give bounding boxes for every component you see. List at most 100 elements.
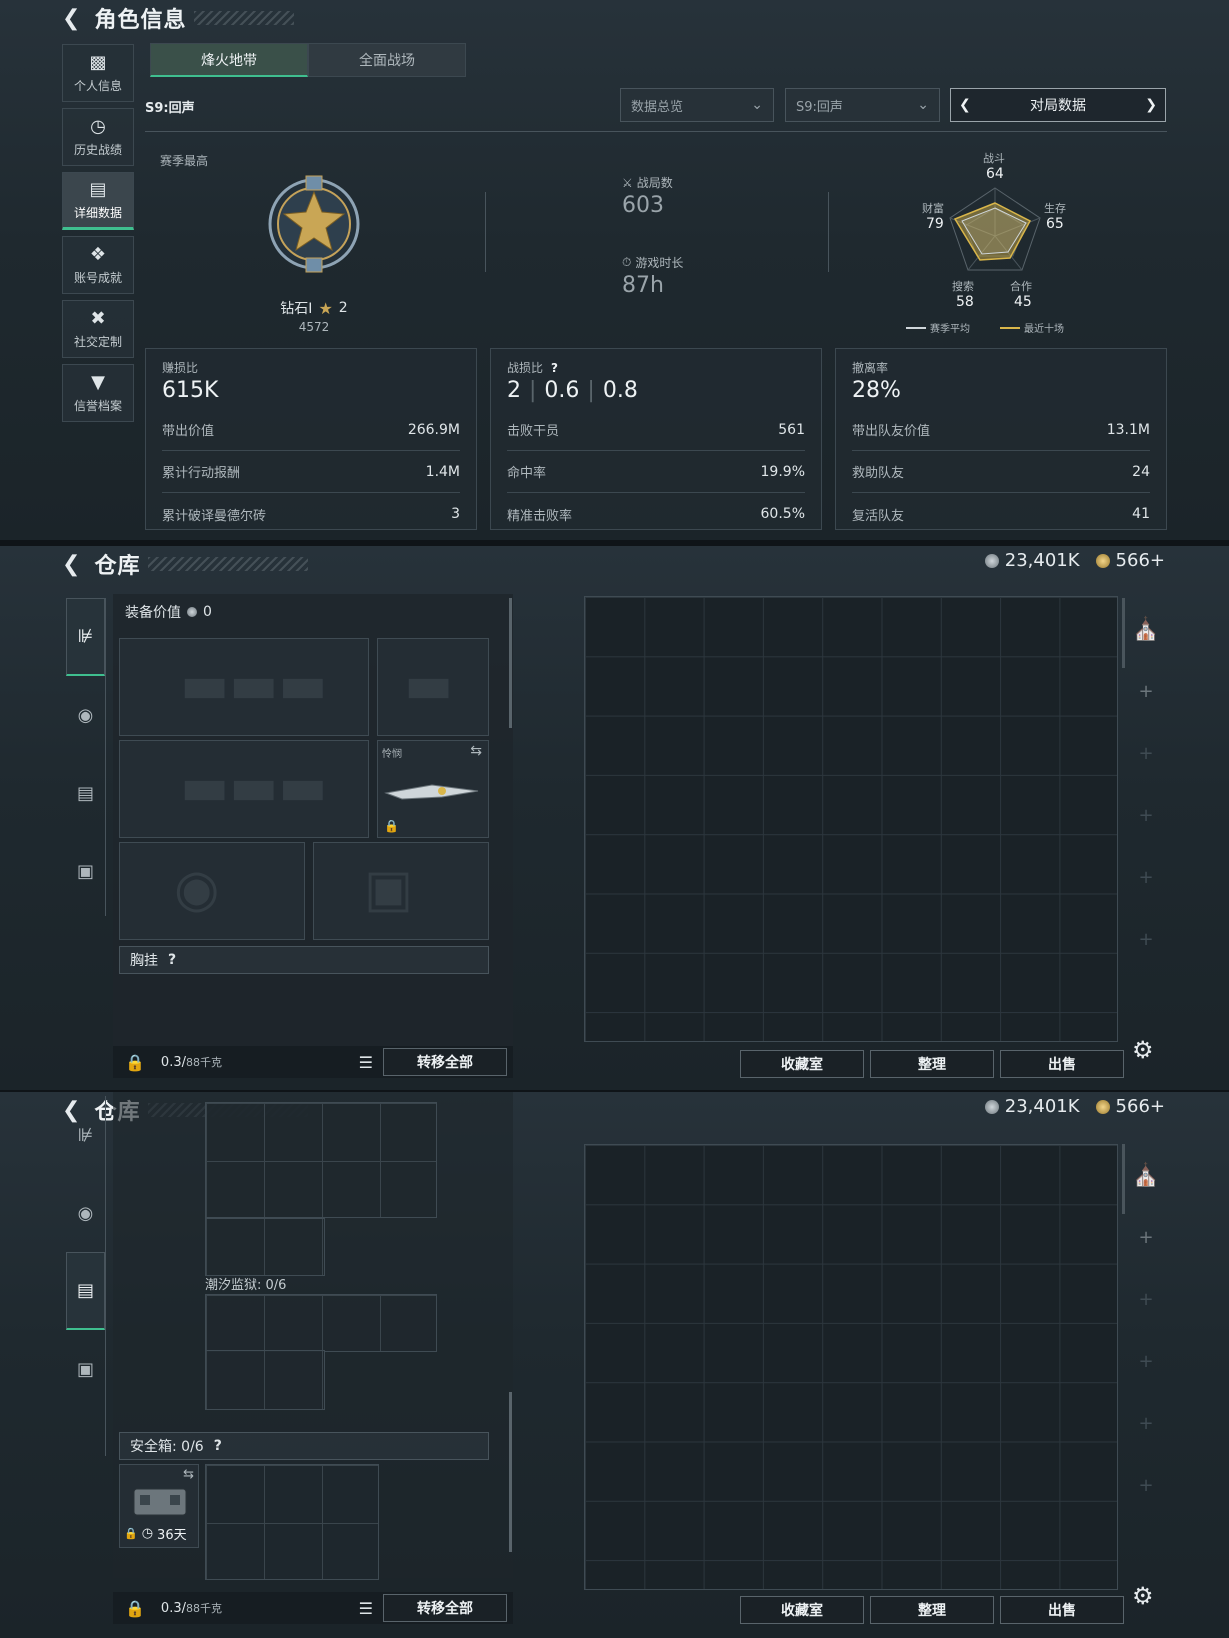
case-tab-icon[interactable]: ▣ bbox=[66, 1330, 105, 1408]
stat-label: 精准击败率 bbox=[507, 508, 573, 524]
tidal-prison-grid[interactable] bbox=[205, 1294, 437, 1352]
help-icon[interactable]: ? bbox=[168, 952, 176, 968]
season-dropdown[interactable]: S9:回声 ⌄ bbox=[785, 88, 940, 122]
sidebar-item-label: 信誉档案 bbox=[73, 398, 122, 413]
chest-rig-label: 胸挂 bbox=[130, 953, 158, 969]
sort-button[interactable]: 整理 bbox=[870, 1596, 994, 1624]
add-tab-icon[interactable]: + bbox=[1138, 908, 1153, 970]
chevron-right-icon[interactable]: ❯ bbox=[1145, 97, 1157, 113]
radar-label-wealth: 财富 bbox=[922, 202, 944, 215]
crossed-swords-icon: ⚔ bbox=[622, 175, 633, 190]
folder-icon: ▤ bbox=[89, 178, 107, 200]
box-big-value: 28% bbox=[852, 378, 901, 403]
safebox-grid[interactable] bbox=[205, 1464, 379, 1580]
help-icon[interactable]: ? bbox=[214, 1438, 222, 1454]
divider bbox=[145, 131, 1167, 132]
transfer-all-button[interactable]: 转移全部 bbox=[383, 1594, 507, 1622]
scrollbar[interactable] bbox=[509, 598, 512, 728]
equip-value: 装备价值 0 bbox=[125, 602, 212, 622]
add-tab-icon[interactable]: + bbox=[1138, 1206, 1153, 1268]
sidebar-item-detailed-data[interactable]: ▤ 详细数据 bbox=[62, 172, 134, 230]
chevron-left-icon[interactable]: ❮ bbox=[959, 97, 971, 113]
overview-dropdown[interactable]: 数据总览 ⌄ bbox=[620, 88, 774, 122]
primary-weapon-slot[interactable]: ▬▬▬ bbox=[119, 638, 369, 736]
swap-icon[interactable]: ⇆ bbox=[183, 1467, 194, 1482]
sidebar-item-social-custom[interactable]: ✖ 社交定制 bbox=[62, 300, 134, 358]
add-tab-icon[interactable]: + bbox=[1138, 784, 1153, 846]
armor-tab-icon[interactable]: ◉ bbox=[66, 676, 105, 754]
chevron-down-icon: ⌄ bbox=[917, 97, 929, 113]
sidebar-item-reputation[interactable]: ▼ 信誉档案 bbox=[62, 364, 134, 422]
page-title: 仓库 bbox=[94, 554, 141, 579]
sell-button[interactable]: 出售 bbox=[1000, 1050, 1124, 1078]
header-stripe-decoration bbox=[194, 11, 295, 25]
container-grid[interactable] bbox=[205, 1102, 437, 1218]
add-tab-icon[interactable]: + bbox=[1138, 1454, 1153, 1516]
sidebar-item-match-history[interactable]: ◷ 历史战绩 bbox=[62, 108, 134, 166]
add-tab-icon[interactable]: + bbox=[1138, 660, 1153, 722]
collection-room-button[interactable]: 收藏室 bbox=[740, 1596, 864, 1624]
lock-icon[interactable]: 🔒 bbox=[125, 1599, 145, 1618]
backpack-tab-icon[interactable]: ▤ bbox=[66, 754, 105, 832]
scrollbar[interactable] bbox=[509, 1392, 512, 1552]
stat-label: 复活队友 bbox=[852, 508, 905, 524]
gold-balance[interactable]: 566+ bbox=[1116, 550, 1165, 571]
help-icon[interactable]: ? bbox=[551, 361, 558, 375]
container-grid[interactable] bbox=[205, 1218, 325, 1276]
rank-line: 钻石I ★ 2 bbox=[262, 298, 366, 318]
add-tab-icon[interactable]: + bbox=[1138, 722, 1153, 784]
gold-balance[interactable]: 566+ bbox=[1116, 1096, 1165, 1117]
back-arrow-icon[interactable]: ❮ bbox=[62, 6, 80, 31]
armor-slot[interactable]: ▣ bbox=[313, 842, 489, 940]
melee-slot[interactable]: 怜悯 ⇆ 🔒 bbox=[377, 740, 489, 838]
tab-full-battlefield[interactable]: 全面战场 bbox=[308, 43, 466, 77]
pistol-tab-icon[interactable]: ⊯ bbox=[66, 1096, 105, 1174]
lock-icon[interactable]: 🔒 bbox=[125, 1053, 145, 1072]
collection-room-button[interactable]: 收藏室 bbox=[740, 1050, 864, 1078]
case-tab-icon[interactable]: ▣ bbox=[66, 832, 105, 910]
transfer-all-button[interactable]: 转移全部 bbox=[383, 1048, 507, 1076]
warehouse-grid[interactable] bbox=[584, 596, 1118, 1042]
warehouse-grid[interactable] bbox=[584, 1144, 1118, 1590]
sell-button[interactable]: 出售 bbox=[1000, 1596, 1124, 1624]
warehouse-home-icon[interactable]: ⛪ bbox=[1132, 1144, 1159, 1206]
sidebar-item-achievements[interactable]: ❖ 账号成就 bbox=[62, 236, 134, 294]
radar-chart: 战斗 64 生存 65 财富 79 搜索 58 合作 45 bbox=[900, 148, 1090, 338]
armor-tab-icon[interactable]: ◉ bbox=[66, 1174, 105, 1252]
character-sidebar: ▩ 个人信息 ◷ 历史战绩 ▤ 详细数据 ❖ 账号成就 ✖ 社交定制 ▼ 信誉档… bbox=[62, 44, 134, 428]
list-icon[interactable]: ☰ bbox=[359, 1599, 373, 1618]
rifle-silhouette-icon: ▬▬▬ bbox=[180, 757, 328, 817]
back-arrow-icon[interactable]: ❮ bbox=[62, 552, 80, 577]
warehouse-header: ❮ 仓库 bbox=[62, 546, 309, 582]
radar-value-survival: 65 bbox=[1046, 216, 1064, 232]
tidal-prison-grid[interactable] bbox=[205, 1350, 325, 1410]
sort-button[interactable]: 整理 bbox=[870, 1050, 994, 1078]
safebox-item-slot[interactable]: ⇆ 🔒 ◷ 36天 bbox=[119, 1464, 199, 1548]
backpack-tab-icon[interactable]: ▤ bbox=[66, 1252, 105, 1330]
chevron-down-icon: ⌄ bbox=[751, 97, 763, 113]
box-big-value: 615K bbox=[162, 378, 219, 403]
gear-icon[interactable]: ⚙ bbox=[1132, 1582, 1154, 1610]
backpack-panel: 潮汐监狱: 0/6 安全箱: 0/6 ? ⇆ 🔒 ◷ 36天 bbox=[113, 1092, 513, 1580]
pistol-tab-icon[interactable]: ⊯ bbox=[66, 598, 105, 676]
gear-icon[interactable]: ⚙ bbox=[1132, 1036, 1154, 1064]
add-tab-icon[interactable]: + bbox=[1138, 1330, 1153, 1392]
stat-label: 命中率 bbox=[507, 466, 547, 481]
helmet-slot[interactable]: ◉ bbox=[119, 842, 305, 940]
tab-fire-zone[interactable]: 烽火地带 bbox=[150, 43, 308, 77]
warehouse-home-icon[interactable]: ⛪ bbox=[1132, 598, 1159, 660]
sidearm-slot[interactable]: ▬ bbox=[377, 638, 489, 736]
dropdown-value: S9:回声 bbox=[796, 99, 843, 115]
currency-bar: 23,401K 566+ bbox=[984, 550, 1165, 571]
add-tab-icon[interactable]: + bbox=[1138, 1392, 1153, 1454]
list-icon[interactable]: ☰ bbox=[359, 1053, 373, 1072]
box-title: 战损比 bbox=[507, 361, 544, 375]
stat-value: 3 bbox=[451, 506, 460, 522]
gold-coin-icon bbox=[1095, 1099, 1110, 1114]
secondary-weapon-slot[interactable]: ▬▬▬ bbox=[119, 740, 369, 838]
add-tab-icon[interactable]: + bbox=[1138, 1268, 1153, 1330]
silver-balance: 23,401K bbox=[1004, 1096, 1080, 1117]
swap-icon[interactable]: ⇆ bbox=[470, 743, 482, 759]
add-tab-icon[interactable]: + bbox=[1138, 846, 1153, 908]
sidebar-item-personal-info[interactable]: ▩ 个人信息 bbox=[62, 44, 134, 102]
